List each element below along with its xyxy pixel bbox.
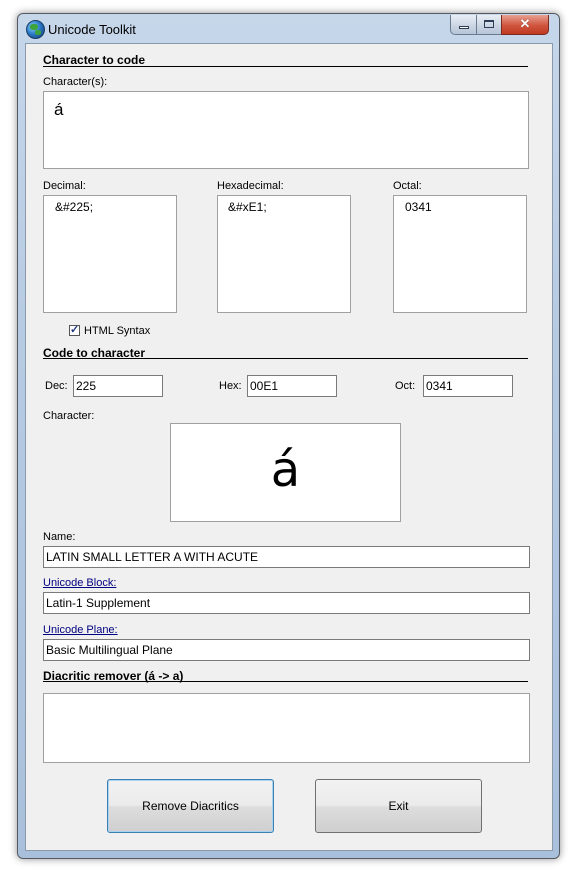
character-preview-glyph: á bbox=[270, 442, 301, 498]
name-field[interactable]: LATIN SMALL LETTER A WITH ACUTE bbox=[43, 546, 530, 568]
window-title: Unicode Toolkit bbox=[48, 22, 136, 37]
minimize-icon bbox=[459, 26, 469, 29]
html-syntax-label: HTML Syntax bbox=[84, 325, 151, 337]
app-window: Unicode Toolkit ✕ Character to code Char… bbox=[17, 13, 560, 859]
decimal-output[interactable]: &#225; bbox=[43, 195, 177, 313]
octal-output-value: 0341 bbox=[405, 200, 432, 214]
dec-input-value: 225 bbox=[76, 379, 97, 393]
code-to-char-rule bbox=[43, 358, 528, 359]
unicode-block-value: Latin-1 Supplement bbox=[46, 596, 151, 610]
characters-input[interactable]: á bbox=[43, 91, 529, 169]
unicode-block-field[interactable]: Latin-1 Supplement bbox=[43, 592, 530, 614]
character-label: Character: bbox=[43, 410, 95, 422]
unicode-plane-link[interactable]: Unicode Plane: bbox=[43, 624, 118, 636]
unicode-block-link[interactable]: Unicode Block: bbox=[43, 577, 116, 589]
close-icon: ✕ bbox=[519, 16, 531, 31]
unicode-plane-value: Basic Multilingual Plane bbox=[46, 643, 173, 657]
client-area: Character to code Character(s): á Decima… bbox=[25, 43, 553, 851]
decimal-label: Decimal: bbox=[43, 180, 86, 192]
remove-diacritics-button[interactable]: Remove Diacritics bbox=[107, 779, 274, 833]
diacritic-rule bbox=[43, 681, 528, 682]
hex-input-value: 00E1 bbox=[250, 379, 279, 393]
exit-label: Exit bbox=[388, 799, 409, 813]
remove-diacritics-label: Remove Diacritics bbox=[142, 799, 239, 813]
characters-input-value: á bbox=[54, 100, 64, 119]
checkmark-icon: ✓ bbox=[70, 324, 80, 336]
hexadecimal-output[interactable]: &#xE1; bbox=[217, 195, 351, 313]
maximize-icon bbox=[484, 20, 494, 28]
dec-label: Dec: bbox=[45, 380, 68, 392]
html-syntax-checkbox[interactable]: ✓ bbox=[69, 324, 80, 336]
characters-label: Character(s): bbox=[43, 76, 108, 88]
oct-label: Oct: bbox=[395, 380, 416, 392]
exit-button[interactable]: Exit bbox=[315, 779, 482, 833]
octal-output[interactable]: 0341 bbox=[393, 195, 527, 313]
octal-label: Octal: bbox=[393, 180, 422, 192]
hexadecimal-output-value: &#xE1; bbox=[228, 200, 267, 214]
name-field-value: LATIN SMALL LETTER A WITH ACUTE bbox=[46, 550, 259, 564]
name-label: Name: bbox=[43, 531, 76, 543]
char-to-code-rule bbox=[43, 66, 528, 67]
diacritic-textbox[interactable] bbox=[43, 693, 530, 763]
oct-input-value: 0341 bbox=[426, 379, 453, 393]
maximize-button[interactable] bbox=[476, 15, 503, 35]
char-to-code-heading: Character to code bbox=[43, 53, 146, 67]
close-button[interactable]: ✕ bbox=[501, 15, 549, 35]
minimize-button[interactable] bbox=[450, 15, 478, 35]
character-preview: á bbox=[170, 423, 401, 522]
globe-icon bbox=[26, 20, 45, 39]
hex-label: Hex: bbox=[219, 380, 242, 392]
dec-input[interactable]: 225 bbox=[73, 375, 163, 397]
decimal-output-value: &#225; bbox=[55, 200, 94, 214]
oct-input[interactable]: 0341 bbox=[423, 375, 513, 397]
unicode-plane-field[interactable]: Basic Multilingual Plane bbox=[43, 639, 530, 661]
hex-input[interactable]: 00E1 bbox=[247, 375, 337, 397]
hexadecimal-label: Hexadecimal: bbox=[217, 180, 284, 192]
